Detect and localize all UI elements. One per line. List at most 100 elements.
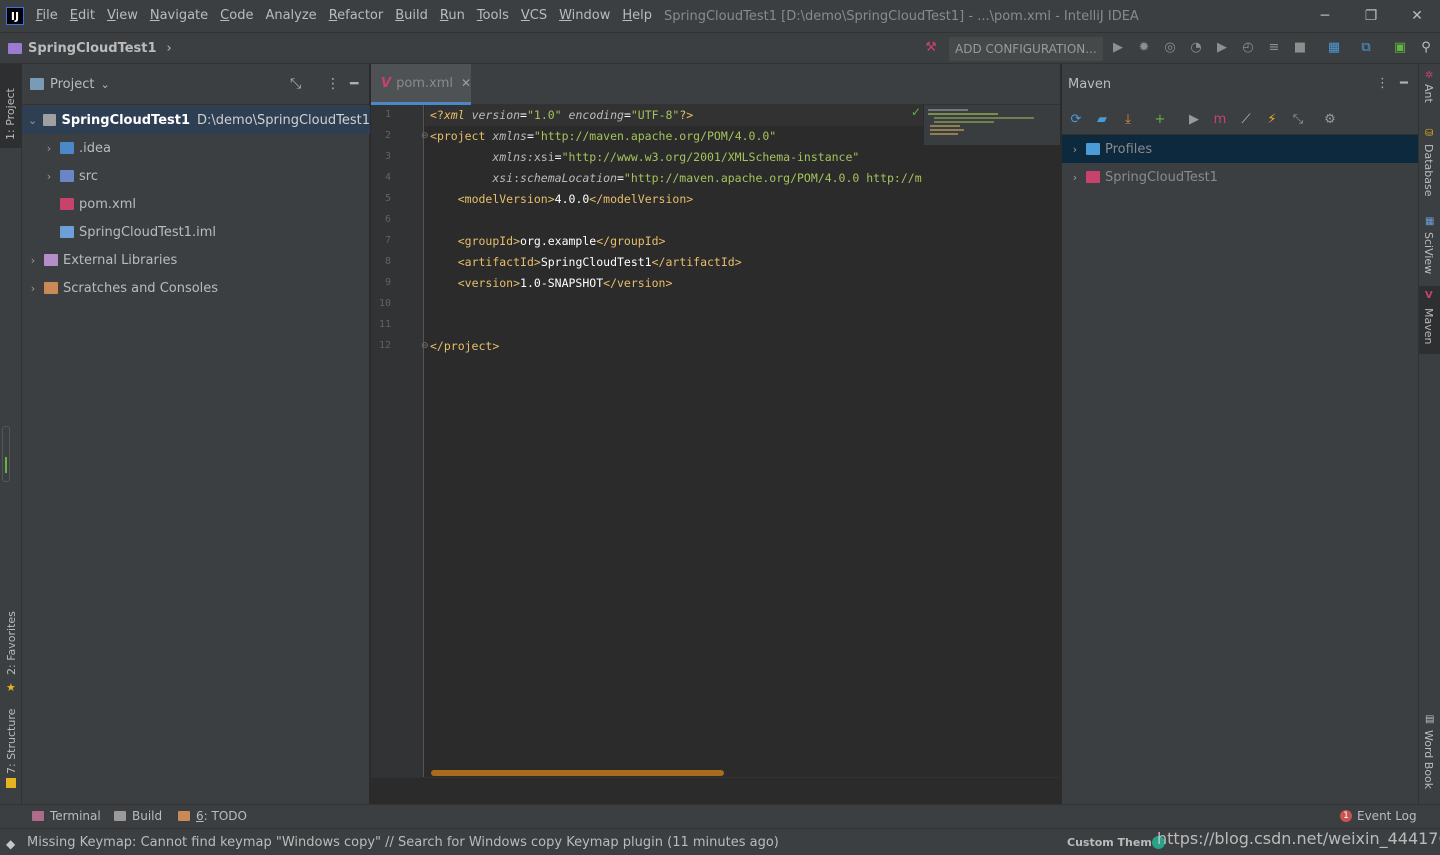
tree-item[interactable]: › External Libraries bbox=[22, 246, 370, 274]
run-with-coverage-icon[interactable]: ◎ bbox=[1161, 39, 1179, 57]
menu-item[interactable]: Analyze bbox=[259, 0, 322, 32]
code-editor[interactable]: 1 2 3 4 5 6 7 8 9 10 11 12 ⊖ ⊖ <?xml version="1.0" … bbox=[371, 105, 1060, 777]
breadcrumb-project[interactable]: SpringCloudTest1 bbox=[28, 41, 157, 56]
menu-item[interactable]: File bbox=[30, 0, 64, 32]
book-icon: ▤ bbox=[1425, 714, 1435, 725]
tree-item[interactable]: pom.xml bbox=[22, 190, 370, 218]
collapse-all-icon[interactable]: ⤡ bbox=[290, 76, 301, 92]
scrollbar-thumb[interactable] bbox=[431, 770, 724, 776]
tab-structure[interactable]: 7: Structure bbox=[0, 704, 22, 794]
tree-item[interactable]: › src bbox=[22, 162, 370, 190]
tree-item[interactable]: › Scratches and Consoles bbox=[22, 274, 370, 302]
chevron-right-icon[interactable]: › bbox=[1068, 143, 1082, 156]
hide-panel-icon[interactable]: ━ bbox=[1400, 76, 1408, 91]
maven-icon bbox=[60, 198, 74, 210]
menu-item[interactable]: Tools bbox=[471, 0, 515, 32]
code-line-4: xsi:schemaLocation="http://maven.apache.… bbox=[492, 171, 922, 185]
menu-item[interactable]: VCS bbox=[515, 0, 553, 32]
tab-maven[interactable]: V Maven bbox=[1419, 286, 1440, 354]
hide-panel-icon[interactable]: ━ bbox=[350, 76, 358, 92]
add-configuration-button[interactable]: ADD CONFIGURATION... bbox=[949, 37, 1103, 61]
tab-project[interactable]: 1: Project bbox=[0, 64, 22, 148]
generate-sources-icon[interactable]: ▰ bbox=[1094, 112, 1110, 128]
breadcrumb[interactable]: SpringCloudTest1 › bbox=[8, 41, 172, 56]
chevron-right-icon[interactable]: › bbox=[42, 142, 56, 155]
inspection-ok-icon[interactable]: ✓ bbox=[911, 105, 921, 119]
tab-database[interactable]: ⛁ Database bbox=[1419, 126, 1440, 198]
chevron-right-icon[interactable]: › bbox=[42, 170, 56, 183]
terminal-button[interactable]: Terminal bbox=[32, 809, 101, 823]
run-maven-build-icon[interactable]: ▶ bbox=[1186, 112, 1202, 128]
fold-marker-icon[interactable]: ⊖ bbox=[421, 341, 429, 351]
profile-icon[interactable]: ◔ bbox=[1187, 39, 1205, 57]
tree-item[interactable]: ⌄ SpringCloudTest1 D:\demo\SpringCloudTest… bbox=[22, 106, 370, 134]
run-tasks-icon[interactable]: ≡ bbox=[1265, 39, 1283, 57]
translate-icon[interactable]: ⧉ bbox=[1357, 39, 1375, 57]
more-options-icon[interactable]: ⋮ bbox=[326, 76, 340, 92]
line-number: 3 bbox=[384, 151, 391, 162]
close-window-button[interactable]: ✕ bbox=[1394, 0, 1440, 32]
menu-item[interactable]: Build bbox=[389, 0, 434, 32]
close-tab-icon[interactable]: ✕ bbox=[461, 76, 471, 90]
menu-item[interactable]: Navigate bbox=[144, 0, 214, 32]
menu-item[interactable]: Run bbox=[434, 0, 471, 32]
menu-item[interactable]: Code bbox=[214, 0, 259, 32]
line-number: 4 bbox=[384, 172, 391, 183]
menu-item[interactable]: Edit bbox=[64, 0, 101, 32]
custom-theme-label[interactable]: Custom Theme bbox=[1067, 836, 1159, 849]
reload-icon[interactable]: ⟳ bbox=[1068, 112, 1084, 128]
maven-tree-item[interactable]: › SpringCloudTest1 bbox=[1062, 163, 1419, 191]
tree-item-label: Scratches and Consoles bbox=[63, 280, 219, 296]
settings-gear-icon[interactable]: ⚙ bbox=[1322, 112, 1338, 128]
execute-maven-goal-icon[interactable]: m bbox=[1212, 112, 1228, 128]
more-options-icon[interactable]: ⋮ bbox=[1376, 76, 1389, 91]
chevron-down-icon[interactable]: ⌄ bbox=[100, 78, 109, 91]
menu-items: File Edit View Navigate Code Analyze Refactor B… bbox=[30, 0, 658, 32]
concurrency-icon[interactable]: ◴ bbox=[1239, 39, 1257, 57]
word-book-tab-label: Word Book bbox=[1422, 730, 1435, 790]
menu-item[interactable]: View bbox=[101, 0, 144, 32]
maven-icon: V bbox=[1425, 290, 1433, 301]
fold-marker-icon[interactable]: ⊖ bbox=[421, 131, 429, 141]
project-structure-icon[interactable]: ▦ bbox=[1325, 39, 1343, 57]
skip-tests-icon[interactable]: ⚡ bbox=[1264, 112, 1280, 128]
terminal-toolbar-icon[interactable]: ▣ bbox=[1391, 39, 1409, 57]
horizontal-scrollbar[interactable] bbox=[371, 770, 1060, 801]
minimize-button[interactable]: ─ bbox=[1302, 0, 1348, 32]
download-icon[interactable]: ⤓ bbox=[1120, 112, 1136, 128]
chevron-right-icon[interactable]: › bbox=[26, 282, 40, 295]
tab-word-book[interactable]: ▤ Word Book bbox=[1419, 712, 1440, 794]
project-view-selector[interactable]: Project bbox=[50, 77, 94, 92]
event-log-button[interactable]: 1 Event Log bbox=[1340, 809, 1417, 823]
chevron-right-icon[interactable]: › bbox=[26, 254, 40, 267]
add-icon[interactable]: + bbox=[1152, 112, 1168, 128]
build-button[interactable]: Build bbox=[114, 809, 162, 823]
tab-ant[interactable]: ✲ Ant bbox=[1419, 68, 1440, 116]
tab-pom-xml[interactable]: V pom.xml ✕ bbox=[371, 64, 471, 105]
tree-item[interactable]: › .idea bbox=[22, 134, 370, 162]
build-hammer-icon[interactable]: ⚒ bbox=[922, 39, 940, 57]
debug-icon[interactable]: ✹ bbox=[1135, 39, 1153, 57]
tab-favorites[interactable]: ★ 2: Favorites bbox=[0, 609, 22, 699]
project-view-icon bbox=[30, 78, 44, 90]
run-icon[interactable]: ▶ bbox=[1109, 39, 1127, 57]
run-attach-icon[interactable]: ▶ bbox=[1213, 39, 1231, 57]
menu-item[interactable]: Help bbox=[616, 0, 658, 32]
menu-item[interactable]: Refactor bbox=[323, 0, 390, 32]
build-label: Build bbox=[132, 809, 163, 823]
stop-icon[interactable]: ■ bbox=[1291, 39, 1309, 57]
search-everywhere-icon[interactable]: ⚲ bbox=[1417, 39, 1435, 57]
chevron-down-icon[interactable]: ⌄ bbox=[26, 114, 39, 127]
collapse-all-icon[interactable]: ⤡ bbox=[1290, 112, 1306, 128]
status-message[interactable]: ◆ Missing Keymap: Cannot find keymap "Wi… bbox=[6, 835, 779, 851]
tab-sciview[interactable]: ▦ SciView bbox=[1419, 214, 1440, 276]
toggle-offline-icon[interactable]: ⟋ bbox=[1238, 112, 1254, 128]
tree-item[interactable]: SpringCloudTest1.iml bbox=[22, 218, 370, 246]
menu-item[interactable]: Window bbox=[553, 0, 616, 32]
maven-tree-item[interactable]: › Profiles bbox=[1062, 135, 1419, 163]
restore-button[interactable]: ❐ bbox=[1348, 0, 1394, 32]
chevron-right-icon[interactable]: › bbox=[1068, 171, 1082, 184]
code-minimap[interactable] bbox=[924, 105, 1060, 145]
todo-button[interactable]: 6: TODO bbox=[178, 809, 247, 823]
line-number: 10 bbox=[378, 298, 391, 309]
